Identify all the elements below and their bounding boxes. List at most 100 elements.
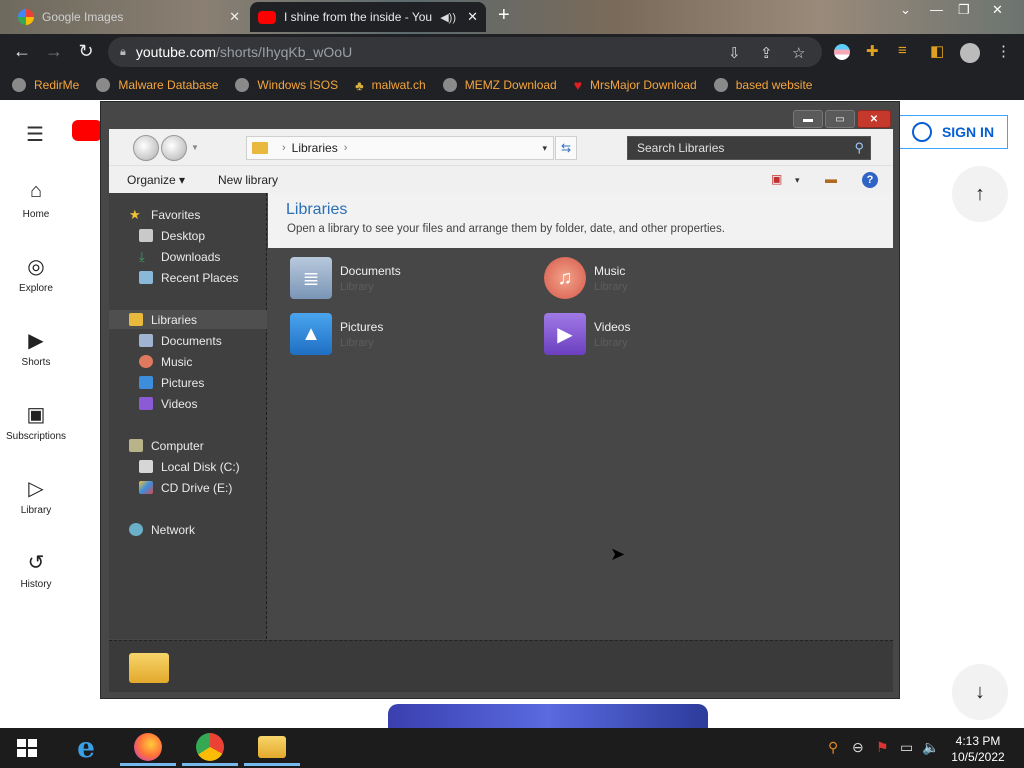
share-icon[interactable]: ⇪ — [760, 44, 773, 62]
bookmark-star-icon[interactable]: ☆ — [792, 44, 805, 62]
forward-button[interactable] — [161, 135, 187, 161]
library-pictures[interactable]: ▲ Pictures Library — [290, 313, 520, 361]
nav-music[interactable]: Music — [109, 352, 267, 371]
nav-explore[interactable]: ◎ Explore — [0, 254, 72, 294]
nav-subscriptions[interactable]: ▣ Subscriptions — [0, 402, 72, 442]
close-window-button[interactable]: ✕ — [992, 2, 1003, 18]
close-tab-icon[interactable]: ✕ — [467, 9, 478, 25]
close-button[interactable]: ✕ — [857, 110, 891, 128]
status-icon[interactable]: ⊖ — [852, 739, 864, 756]
videos-icon — [139, 397, 153, 410]
side-panel-icon[interactable]: ◧ — [930, 42, 944, 60]
help-icon[interactable]: ? — [862, 172, 878, 188]
clock[interactable]: 4:13 PM 10/5/2022 — [938, 733, 1018, 765]
recent-pages-dropdown[interactable]: ▼ — [191, 143, 199, 152]
tab-title: Google Images — [42, 10, 124, 24]
nav-home[interactable]: ⌂ Home — [0, 180, 72, 220]
youtube-logo[interactable] — [72, 120, 102, 141]
bookmark-windows-isos[interactable]: Windows ISOS — [235, 78, 338, 92]
nav-network[interactable]: Network — [109, 520, 267, 539]
next-short-button[interactable]: ↓ — [952, 664, 1008, 720]
globe-icon — [96, 78, 111, 92]
nav-history[interactable]: ↺ History — [0, 550, 72, 590]
history-icon: ↺ — [27, 552, 45, 574]
maximize-button[interactable]: ▭ — [825, 110, 855, 128]
nav-documents[interactable]: Documents — [109, 331, 267, 350]
tab-youtube[interactable]: I shine from the inside - You ◀)) ✕ — [250, 2, 486, 32]
short-video-thumbnail[interactable] — [388, 704, 708, 728]
nav-shorts[interactable]: ▶ Shorts — [0, 328, 72, 368]
address-bar[interactable]: 🔒︎ youtube.com/shorts/IhyqKb_wOoU ⇩ ⇪ ☆ — [108, 37, 822, 67]
start-button[interactable] — [17, 739, 37, 757]
new-library-button[interactable]: New library — [218, 173, 278, 187]
library-music[interactable]: ♫ Music Library — [544, 257, 774, 305]
address-dropdown-icon[interactable]: ▾ — [542, 143, 547, 154]
refresh-icon[interactable]: ⇆ — [555, 136, 577, 160]
back-arrow-icon[interactable]: ← — [10, 41, 34, 62]
bookmark-mrsmajor-download[interactable]: ♥ MrsMajor Download — [574, 78, 697, 92]
nav-local-disk[interactable]: Local Disk (C:) — [109, 457, 267, 476]
bookmark-based-website[interactable]: based website — [713, 78, 812, 92]
nav-downloads[interactable]: ⤓ Downloads — [109, 247, 267, 266]
install-icon[interactable]: ⇩ — [728, 44, 741, 62]
library-documents[interactable]: ≣ Documents Library — [290, 257, 520, 305]
breadcrumb-libraries[interactable]: Libraries — [292, 141, 338, 155]
minimize-button[interactable]: ▬ — [793, 110, 823, 128]
more-menu-icon[interactable]: ⋮ — [996, 42, 1011, 60]
chrome-app[interactable] — [182, 730, 238, 766]
forward-arrow-icon[interactable]: → — [42, 41, 66, 62]
nav-pictures[interactable]: Pictures — [109, 373, 267, 392]
nav-recent-places[interactable]: Recent Places — [109, 268, 267, 287]
address-bar[interactable]: › Libraries › ▾ — [246, 136, 554, 160]
search-icon[interactable]: ⚲ — [854, 140, 864, 156]
internet-explorer-app[interactable]: e — [58, 730, 114, 766]
back-button[interactable] — [133, 135, 159, 161]
pictures-icon: ▲ — [290, 313, 332, 355]
tab-search-icon[interactable]: ⌄ — [900, 2, 911, 18]
firefox-app[interactable] — [120, 730, 176, 766]
preview-pane-icon[interactable]: ▬ — [825, 172, 837, 186]
arrow-up-icon: ↑ — [975, 182, 985, 205]
organize-menu[interactable]: Organize ▾ — [127, 173, 185, 187]
music-icon — [139, 355, 153, 368]
change-view-icon[interactable]: ▣ — [771, 172, 782, 186]
new-tab-button[interactable]: + — [498, 4, 510, 27]
nav-computer[interactable]: Computer — [109, 436, 267, 455]
media-control-icon[interactable]: ≡ — [898, 42, 907, 59]
bookmark-malware-database[interactable]: Malware Database — [96, 78, 218, 92]
previous-short-button[interactable]: ↑ — [952, 166, 1008, 222]
tab-google-images[interactable]: Google Images ✕ — [10, 2, 248, 32]
nav-videos[interactable]: Videos — [109, 394, 267, 413]
profile-flag-icon[interactable] — [834, 44, 850, 60]
restore-button[interactable]: ❐ — [958, 2, 970, 18]
hamburger-menu-icon[interactable]: ☰ — [26, 122, 44, 147]
bookmark-redirme[interactable]: RedirMe — [12, 78, 79, 92]
view-dropdown-icon[interactable]: ▾ — [795, 175, 800, 186]
nav-favorites[interactable]: ★ Favorites — [109, 205, 267, 224]
pictures-icon — [139, 376, 153, 389]
library-videos[interactable]: ▶ Videos Library — [544, 313, 774, 361]
speaker-icon[interactable]: ◀)) — [440, 11, 456, 24]
sign-in-button[interactable]: SIGN IN — [898, 115, 1008, 149]
close-tab-icon[interactable]: ✕ — [229, 9, 240, 25]
nav-libraries[interactable]: Libraries — [109, 310, 267, 329]
nav-desktop[interactable]: Desktop — [109, 226, 267, 245]
library-icon: ▷ — [28, 478, 44, 500]
reload-icon[interactable]: ↻ — [74, 41, 98, 62]
bookmark-memz-download[interactable]: MEMZ Download — [442, 78, 557, 92]
file-explorer-app[interactable] — [244, 730, 300, 766]
extension-icon[interactable]: ✚ — [866, 42, 879, 60]
avatar[interactable] — [960, 43, 980, 63]
minimize-button[interactable]: — — [930, 2, 943, 17]
arrow-down-icon: ↓ — [975, 680, 985, 703]
libraries-folder-icon — [129, 313, 143, 326]
nav-cd-drive[interactable]: CD Drive (E:) — [109, 478, 267, 497]
volume-icon[interactable]: 🔈 — [922, 739, 939, 756]
nav-library[interactable]: ▷ Library — [0, 476, 72, 516]
bookmark-malwatch[interactable]: ♣ malwat.ch — [355, 78, 426, 93]
network-icon[interactable]: ▭ — [900, 739, 913, 756]
search-input[interactable]: Search Libraries ⚲ — [627, 136, 871, 160]
search-icon[interactable]: ⚲ — [828, 739, 838, 756]
action-center-flag-icon[interactable]: ⚑ — [876, 739, 889, 756]
globe-icon — [12, 78, 26, 92]
